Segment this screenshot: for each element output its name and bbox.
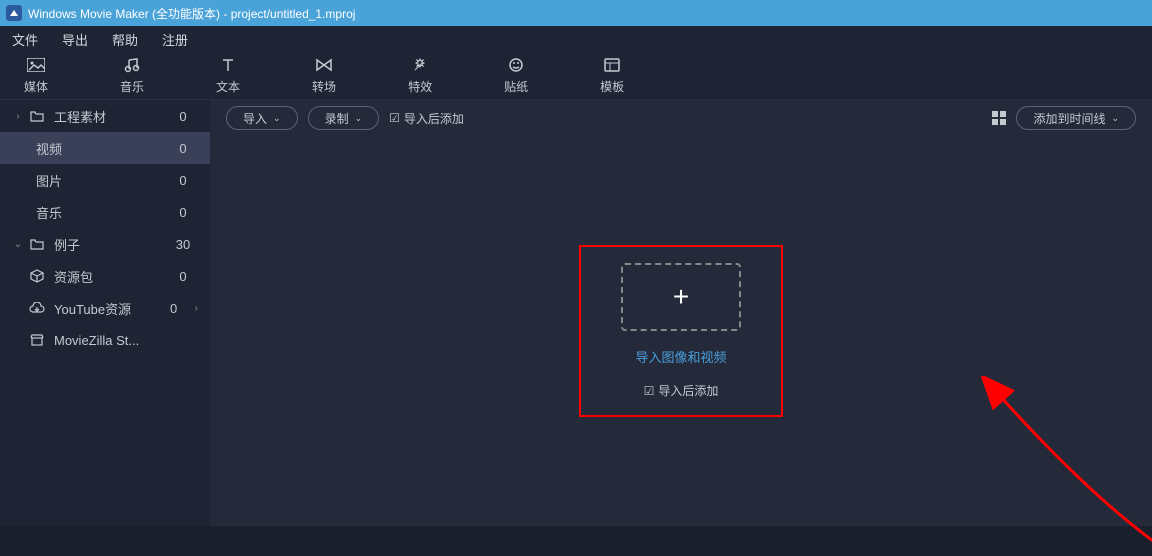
toolbar-templates[interactable]: 模板	[600, 56, 624, 95]
sidebar-item-youtube[interactable]: YouTube资源 0 ›	[0, 292, 210, 324]
tree-label: MovieZilla St...	[54, 333, 198, 348]
tree-label: YouTube资源	[54, 299, 159, 318]
tree-count: 0	[168, 173, 198, 188]
cloud-icon	[28, 302, 46, 314]
toolbar-stickers-label: 贴纸	[504, 78, 528, 95]
add-to-timeline-button[interactable]: 添加到时间线⌄	[1016, 106, 1136, 130]
toolbar-text-label: 文本	[216, 78, 240, 95]
main-toolbar: 媒体 音乐 文本 转场 特效 贴纸 模板	[0, 52, 1152, 100]
chevron-right-icon[interactable]: ›	[195, 303, 198, 314]
package-icon	[28, 269, 46, 283]
tree-count: 0	[168, 109, 198, 124]
import-media-link[interactable]: 导入图像和视频	[635, 347, 726, 366]
tree-count: 0	[168, 269, 198, 284]
sidebar-item-video[interactable]: 视频 0	[0, 132, 210, 164]
sidebar-item-image[interactable]: 图片 0	[0, 164, 210, 196]
import-button[interactable]: 导入⌄	[226, 106, 298, 130]
music-icon	[124, 56, 140, 74]
transition-icon	[315, 56, 333, 74]
chevron-right-icon[interactable]: ›	[12, 111, 24, 122]
app-title: Windows Movie Maker (全功能版本) - project/un…	[28, 5, 355, 22]
tree-label: 工程素材	[54, 107, 168, 126]
text-icon	[220, 56, 236, 74]
tree-label: 图片	[36, 171, 168, 190]
sidebar-item-resource-pack[interactable]: 资源包 0	[0, 260, 210, 292]
menubar: 文件 导出 帮助 注册	[0, 26, 1152, 52]
checkbox-checked-icon: ☑	[644, 384, 655, 398]
annotation-arrow	[970, 376, 1152, 556]
chevron-down-icon: ⌄	[1111, 113, 1119, 124]
sidebar-item-music[interactable]: 音乐 0	[0, 196, 210, 228]
import-dropzone: + 导入图像和视频 ☑ 导入后添加	[621, 263, 741, 399]
tree-count: 0	[168, 141, 198, 156]
toolbar-transition[interactable]: 转场	[312, 56, 336, 95]
dropzone-add-after-import-checkbox[interactable]: ☑ 导入后添加	[644, 382, 719, 399]
app-icon	[6, 5, 22, 21]
tree-count: 0	[168, 205, 198, 220]
folder-icon	[28, 110, 46, 122]
menu-register[interactable]: 注册	[162, 30, 188, 49]
plus-icon: +	[673, 281, 689, 313]
sidebar-item-moviezilla[interactable]: MovieZilla St...	[0, 324, 210, 356]
record-button[interactable]: 录制⌄	[308, 106, 380, 130]
annotation-highlight-box: + 导入图像和视频 ☑ 导入后添加	[579, 245, 783, 417]
sidebar: › 工程素材 0 视频 0 图片 0 音乐 0 ⌄ 例子 30 资源包 0	[0, 100, 210, 526]
folder-icon	[28, 238, 46, 250]
toolbar-effects[interactable]: 特效	[408, 56, 432, 95]
tree-label: 视频	[36, 139, 168, 158]
add-after-import-checkbox[interactable]: ☑ 导入后添加	[389, 110, 464, 127]
toolbar-stickers[interactable]: 贴纸	[504, 56, 528, 95]
tree-count: 30	[168, 237, 198, 252]
sidebar-item-project-assets[interactable]: › 工程素材 0	[0, 100, 210, 132]
checkbox-checked-icon: ☑	[389, 111, 400, 125]
toolbar-templates-label: 模板	[600, 78, 624, 95]
main-panel: 导入⌄ 录制⌄ ☑ 导入后添加 添加到时间线⌄ + 导入图像和视频 ☑ 导入	[210, 100, 1152, 526]
effects-icon	[412, 56, 428, 74]
chevron-down-icon[interactable]: ⌄	[12, 239, 24, 250]
tree-label: 音乐	[36, 203, 168, 222]
tree-label: 例子	[54, 235, 168, 254]
sticker-icon	[508, 56, 524, 74]
menu-help[interactable]: 帮助	[112, 30, 138, 49]
toolbar-music-label: 音乐	[120, 78, 144, 95]
tree-count: 0	[159, 301, 189, 316]
menu-file[interactable]: 文件	[12, 30, 38, 49]
dropzone-add-button[interactable]: +	[621, 263, 741, 331]
content-area: + 导入图像和视频 ☑ 导入后添加	[210, 136, 1152, 526]
toolbar-text[interactable]: 文本	[216, 56, 240, 95]
titlebar: Windows Movie Maker (全功能版本) - project/un…	[0, 0, 1152, 26]
toolbar-transition-label: 转场	[312, 78, 336, 95]
menu-export[interactable]: 导出	[62, 30, 88, 49]
content-toolbar: 导入⌄ 录制⌄ ☑ 导入后添加 添加到时间线⌄	[210, 100, 1152, 136]
toolbar-media[interactable]: 媒体	[24, 56, 48, 95]
chevron-down-icon: ⌄	[355, 113, 363, 124]
template-icon	[604, 56, 620, 74]
chevron-down-icon: ⌄	[273, 113, 281, 124]
toolbar-effects-label: 特效	[408, 78, 432, 95]
tree-label: 资源包	[54, 267, 168, 286]
toolbar-media-label: 媒体	[24, 78, 48, 95]
store-icon	[28, 334, 46, 346]
toolbar-music[interactable]: 音乐	[120, 56, 144, 95]
sidebar-item-examples[interactable]: ⌄ 例子 30	[0, 228, 210, 260]
image-icon	[27, 56, 45, 74]
grid-view-icon[interactable]	[992, 111, 1006, 125]
